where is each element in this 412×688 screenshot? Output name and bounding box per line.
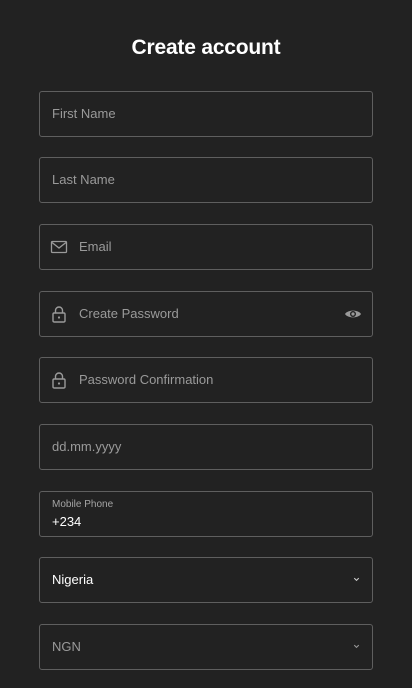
password-confirmation-field[interactable]: Password Confirmation	[39, 357, 373, 403]
create-password-field[interactable]: Create Password	[39, 291, 373, 337]
chevron-down-icon	[353, 644, 360, 649]
currency-select[interactable]: NGN	[39, 624, 373, 670]
lock-icon	[52, 372, 66, 389]
password-confirmation-placeholder: Password Confirmation	[79, 372, 214, 387]
country-select[interactable]: Nigeria	[39, 557, 373, 603]
signup-page: Create account First Name Last Name Emai…	[0, 0, 412, 688]
chevron-down-icon	[353, 577, 360, 582]
mobile-phone-field[interactable]: Mobile Phone +234	[39, 491, 373, 537]
first-name-placeholder: First Name	[52, 106, 116, 121]
email-field[interactable]: Email	[39, 224, 373, 270]
create-password-placeholder: Create Password	[79, 306, 179, 321]
country-value: Nigeria	[52, 572, 94, 587]
email-placeholder: Email	[79, 239, 112, 254]
currency-placeholder: NGN	[52, 639, 81, 654]
birthdate-field[interactable]: dd.mm.yyyy	[39, 424, 373, 470]
page-title: Create account	[131, 36, 281, 59]
birthdate-placeholder: dd.mm.yyyy	[52, 439, 122, 454]
first-name-field[interactable]: First Name	[39, 91, 373, 137]
last-name-placeholder: Last Name	[52, 172, 115, 187]
mobile-phone-label: Mobile Phone	[52, 499, 114, 510]
last-name-field[interactable]: Last Name	[39, 157, 373, 203]
lock-icon	[52, 306, 66, 323]
mobile-phone-value: +234	[52, 514, 82, 529]
eye-icon[interactable]	[344, 305, 362, 323]
mail-icon	[50, 240, 68, 254]
